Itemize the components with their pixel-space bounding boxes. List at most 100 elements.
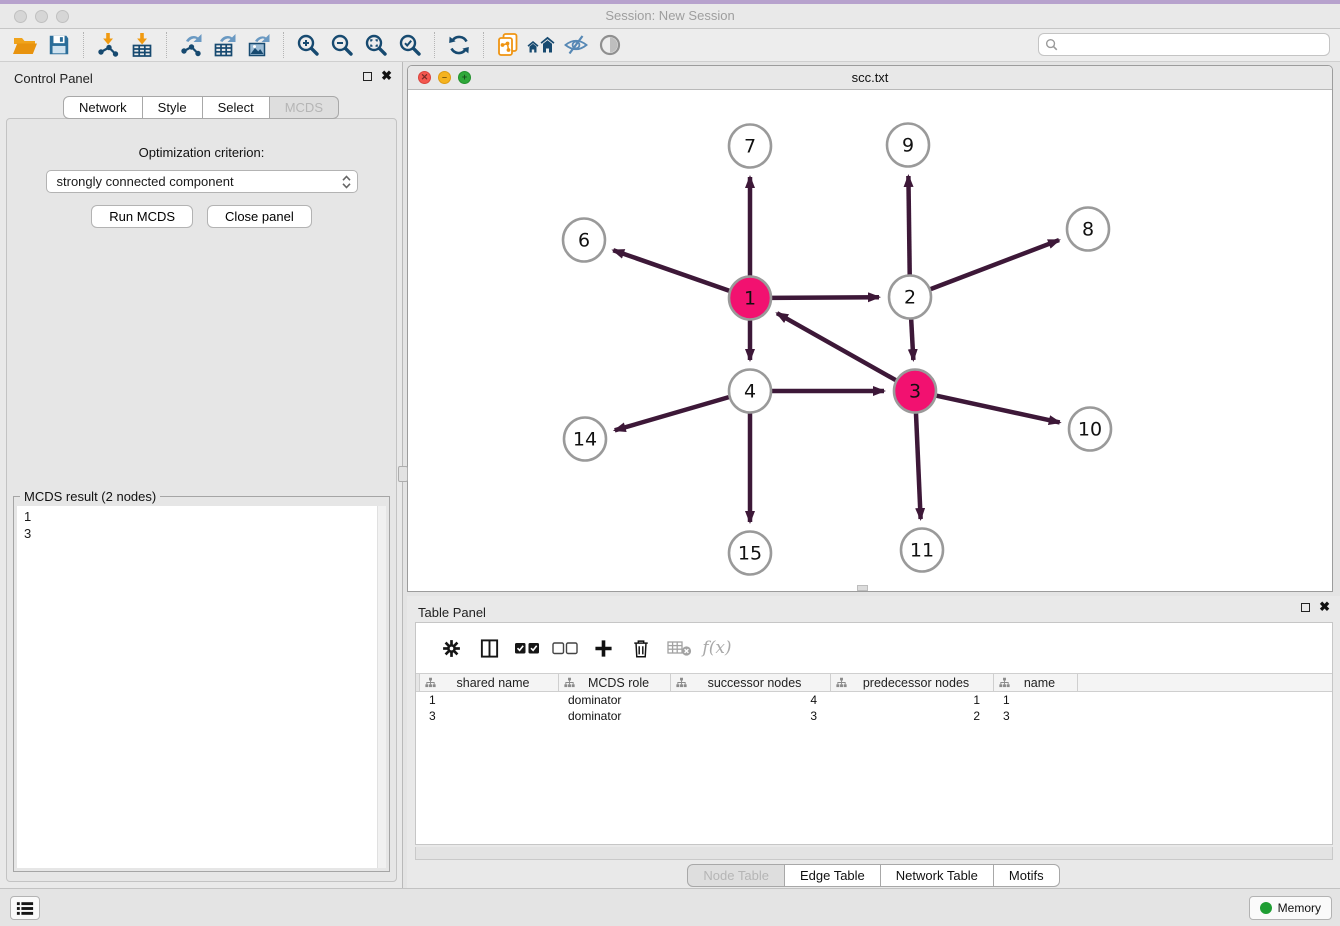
float-table-panel-icon[interactable]	[1301, 603, 1310, 612]
criterion-select[interactable]: strongly connected component	[46, 170, 358, 193]
function-builder-icon[interactable]: f(x)	[698, 638, 736, 658]
column-header-successor-nodes[interactable]: successor nodes	[671, 674, 831, 691]
table-cell[interactable]: 1	[994, 692, 1078, 708]
duplicate-network-icon[interactable]	[491, 30, 525, 60]
table-cell[interactable]: 1	[420, 692, 559, 708]
unselect-all-columns-icon[interactable]	[546, 641, 584, 655]
home-view-icon[interactable]	[525, 30, 559, 60]
open-session-icon[interactable]	[8, 30, 42, 60]
zoom-out-icon[interactable]	[325, 30, 359, 60]
network-maximize-button[interactable]: +	[458, 71, 471, 84]
table-tab-network-table[interactable]: Network Table	[881, 864, 994, 887]
network-resize-grip[interactable]	[857, 585, 868, 591]
table-hscrollbar[interactable]	[415, 847, 1333, 860]
svg-text:3: 3	[909, 381, 921, 403]
refresh-view-icon[interactable]	[442, 30, 476, 60]
save-session-icon[interactable]	[42, 30, 76, 60]
table-cell[interactable]: dominator	[559, 692, 671, 708]
network-graph[interactable]: 7 9 6 8 1 2 4 3 14 10 15 11	[408, 90, 1332, 591]
column-header-name[interactable]: name	[994, 674, 1078, 691]
graph-edge-4-14[interactable]	[615, 397, 729, 430]
table-cell[interactable]: 1	[831, 692, 994, 708]
import-network-icon[interactable]	[91, 30, 125, 60]
graph-node-6[interactable]: 6	[563, 219, 605, 262]
graph-node-9[interactable]: 9	[887, 124, 929, 167]
graph-edge-2-3[interactable]	[911, 319, 913, 360]
column-header-MCDS-role[interactable]: MCDS role	[559, 674, 671, 691]
memory-status-icon	[1260, 902, 1272, 914]
graph-node-15[interactable]: 15	[729, 532, 771, 575]
table-row[interactable]: 1dominator411	[416, 692, 1332, 708]
attribute-type-icon	[676, 677, 687, 688]
table-cell[interactable]: 3	[420, 708, 559, 724]
table-cell[interactable]: 3	[994, 708, 1078, 724]
export-image-icon[interactable]	[242, 30, 276, 60]
graph-edge-2-8[interactable]	[931, 240, 1059, 289]
tab-mcds[interactable]: MCDS	[270, 96, 339, 119]
network-minimize-button[interactable]: –	[438, 71, 451, 84]
delete-column-icon[interactable]	[622, 638, 660, 659]
graph-edge-3-11[interactable]	[916, 413, 921, 519]
graph-node-10[interactable]: 10	[1069, 408, 1111, 451]
table-cell[interactable]: 3	[671, 708, 831, 724]
table-tab-node-table[interactable]: Node Table	[687, 864, 785, 887]
graph-node-1[interactable]: 1	[729, 277, 771, 320]
graph-node-14[interactable]: 14	[564, 418, 606, 461]
birdseye-view-icon[interactable]	[593, 30, 627, 60]
close-table-panel-icon[interactable]: ✖	[1319, 602, 1330, 612]
svg-text:8: 8	[1082, 219, 1094, 241]
svg-text:14: 14	[573, 429, 597, 451]
zoom-selected-icon[interactable]	[393, 30, 427, 60]
network-close-button[interactable]: ✕	[418, 71, 431, 84]
network-canvas[interactable]: 7 9 6 8 1 2 4 3 14 10 15 11	[408, 90, 1332, 591]
tab-select[interactable]: Select	[203, 96, 270, 119]
graph-edge-3-10[interactable]	[936, 396, 1059, 423]
split-panel-icon[interactable]	[470, 638, 508, 659]
export-table-icon[interactable]	[208, 30, 242, 60]
graph-node-4[interactable]: 4	[729, 370, 771, 413]
task-history-button[interactable]	[10, 896, 40, 920]
graph-node-11[interactable]: 11	[901, 529, 943, 572]
graph-node-2[interactable]: 2	[889, 276, 931, 319]
graph-edge-1-6[interactable]	[613, 250, 729, 291]
zoom-in-icon[interactable]	[291, 30, 325, 60]
graph-edge-2-9[interactable]	[908, 176, 909, 275]
close-panel-icon[interactable]: ✖	[381, 71, 392, 81]
memory-button[interactable]: Memory	[1249, 896, 1332, 920]
close-panel-button[interactable]: Close panel	[207, 205, 312, 228]
table-tab-motifs[interactable]: Motifs	[994, 864, 1060, 887]
add-column-icon[interactable]	[584, 639, 622, 658]
table-row[interactable]: 3dominator323	[416, 708, 1332, 724]
list-icon	[16, 901, 34, 916]
network-window-titlebar[interactable]: ✕ – + scc.txt	[408, 66, 1332, 90]
column-header-predecessor-nodes[interactable]: predecessor nodes	[831, 674, 994, 691]
import-table-icon[interactable]	[125, 30, 159, 60]
zoom-fit-icon[interactable]	[359, 30, 393, 60]
mcds-result-textarea[interactable]: 1 3	[17, 506, 386, 868]
table-cell[interactable]: 2	[831, 708, 994, 724]
search-input[interactable]	[1062, 38, 1329, 52]
graph-node-8[interactable]: 8	[1067, 208, 1109, 251]
delete-table-icon[interactable]	[660, 639, 698, 657]
select-stepper-icon	[342, 175, 351, 189]
table-cell[interactable]: 4	[671, 692, 831, 708]
table-tab-edge-table[interactable]: Edge Table	[785, 864, 881, 887]
column-header-shared-name[interactable]: shared name	[420, 674, 559, 691]
tab-style[interactable]: Style	[143, 96, 203, 119]
table-settings-icon[interactable]	[432, 638, 470, 659]
table-toolbar: f(x)	[416, 623, 1332, 673]
search-field[interactable]	[1038, 33, 1330, 56]
tab-network[interactable]: Network	[63, 96, 143, 119]
result-scrollbar[interactable]	[377, 506, 386, 868]
panel-splitter-handle[interactable]	[398, 466, 408, 482]
graph-node-7[interactable]: 7	[729, 125, 771, 168]
graph-node-3[interactable]: 3	[894, 370, 936, 413]
graph-edge-3-1[interactable]	[777, 313, 896, 380]
graph-edge-1-2[interactable]	[772, 297, 879, 298]
export-network-icon[interactable]	[174, 30, 208, 60]
table-cell[interactable]: dominator	[559, 708, 671, 724]
float-panel-icon[interactable]	[363, 72, 372, 81]
select-all-columns-icon[interactable]	[508, 641, 546, 655]
run-mcds-button[interactable]: Run MCDS	[91, 205, 193, 228]
show-hide-panel-icon[interactable]	[559, 30, 593, 60]
